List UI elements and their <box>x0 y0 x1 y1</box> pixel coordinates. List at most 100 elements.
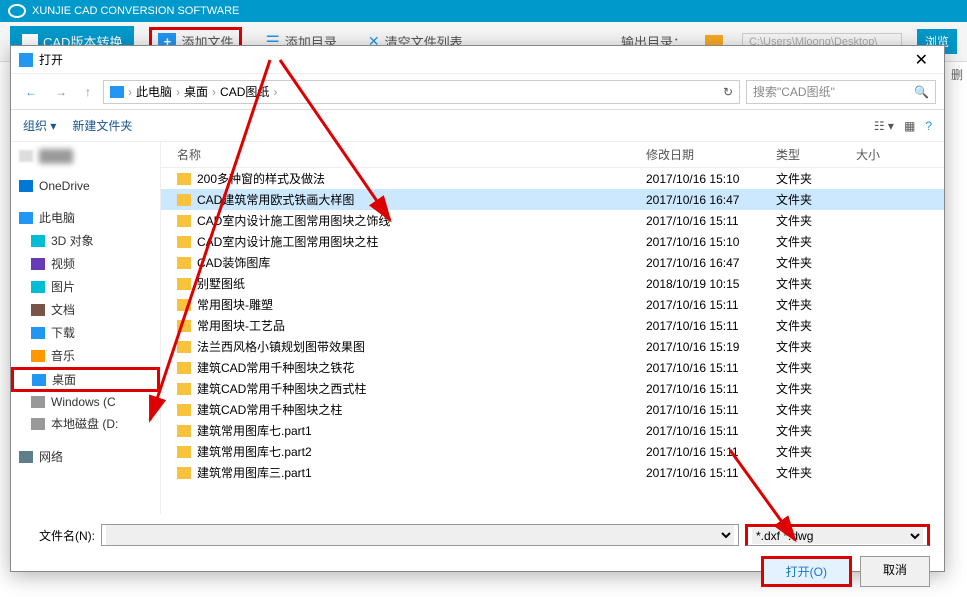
folder-icon <box>177 362 191 374</box>
search-placeholder: 搜索"CAD图纸" <box>753 83 835 100</box>
folder-icon <box>177 425 191 437</box>
pictures-icon <box>31 281 45 293</box>
sidebar-item-desktop[interactable]: 桌面 <box>11 367 160 392</box>
pc-icon <box>110 86 124 98</box>
folder-icon <box>177 236 191 248</box>
disk-icon <box>31 418 45 430</box>
list-row[interactable]: CAD室内设计施工图常用图块之柱2017/10/16 15:10文件夹 <box>161 231 944 252</box>
close-button[interactable]: ✕ <box>907 50 936 70</box>
folder-icon <box>177 257 191 269</box>
sidebar-item-blur[interactable]: ████ <box>11 146 160 166</box>
file-list: 名称 修改日期 类型 大小 200多种窗的样式及做法2017/10/16 15:… <box>161 142 944 514</box>
app-title: XUNJIE CAD CONVERSION SOFTWARE <box>32 5 239 17</box>
bc-desktop[interactable]: 桌面 <box>184 83 208 100</box>
folder-icon <box>177 341 191 353</box>
sidebar-item-windows-c[interactable]: Windows (C <box>11 392 160 412</box>
nav-forward-button[interactable]: → <box>49 81 73 103</box>
folder-icon <box>177 383 191 395</box>
folder-icon <box>177 173 191 185</box>
list-row[interactable]: 法兰西风格小镇规划图带效果图2017/10/16 15:19文件夹 <box>161 336 944 357</box>
dialog-body: ████ OneDrive 此电脑 3D 对象 视频 图片 文档 下载 音乐 桌… <box>11 142 944 514</box>
music-icon <box>31 350 45 362</box>
cancel-button[interactable]: 取消 <box>860 556 930 587</box>
app-titlebar: XUNJIE CAD CONVERSION SOFTWARE <box>0 0 967 22</box>
folder-icon <box>177 278 191 290</box>
list-row[interactable]: 建筑常用图库七.part22017/10/16 15:11文件夹 <box>161 441 944 462</box>
dialog-title: 打开 <box>39 51 63 68</box>
filetype-select[interactable]: *.dxf *.dwg <box>745 524 930 546</box>
sidebar-item-network[interactable]: 网络 <box>11 445 160 468</box>
sidebar-item-documents[interactable]: 文档 <box>11 298 160 321</box>
sidebar-item-3d[interactable]: 3D 对象 <box>11 229 160 252</box>
delete-button[interactable]: 删 <box>947 62 967 87</box>
sidebar-item-music[interactable]: 音乐 <box>11 344 160 367</box>
col-type-header[interactable]: 类型 <box>776 146 856 163</box>
button-row: 打开(O) 取消 <box>25 556 930 587</box>
list-rows: 200多种窗的样式及做法2017/10/16 15:10文件夹CAD建筑常用欧式… <box>161 168 944 510</box>
list-row[interactable]: 别墅图纸2018/10/19 10:15文件夹 <box>161 273 944 294</box>
file-open-dialog: 打开 ✕ ← → ↑ › 此电脑 › 桌面 › CAD图纸 › ↻ 搜索"CAD… <box>10 45 945 572</box>
open-button[interactable]: 打开(O) <box>761 556 852 587</box>
list-row[interactable]: 建筑常用图库七.part12017/10/16 15:11文件夹 <box>161 420 944 441</box>
folder-icon <box>177 404 191 416</box>
help-button[interactable]: ? <box>925 119 932 133</box>
dialog-footer: 文件名(N): *.dxf *.dwg 打开(O) 取消 <box>11 514 944 597</box>
bc-folder[interactable]: CAD图纸 <box>220 83 269 100</box>
folder-icon <box>177 215 191 227</box>
folder-icon <box>177 467 191 479</box>
preview-pane-button[interactable]: ▦ <box>904 119 915 133</box>
dialog-nav: ← → ↑ › 此电脑 › 桌面 › CAD图纸 › ↻ 搜索"CAD图纸" 🔍 <box>11 74 944 110</box>
search-icon: 🔍 <box>914 85 929 99</box>
refresh-icon[interactable]: ↻ <box>723 85 733 99</box>
filename-input[interactable] <box>101 524 739 546</box>
filename-label: 文件名(N): <box>25 527 95 544</box>
filename-row: 文件名(N): *.dxf *.dwg <box>25 524 930 546</box>
video-icon <box>31 258 45 270</box>
thispc-icon <box>19 212 33 224</box>
documents-icon <box>31 304 45 316</box>
nav-up-button[interactable]: ↑ <box>79 81 97 103</box>
sidebar-item-video[interactable]: 视频 <box>11 252 160 275</box>
downloads-icon <box>31 327 45 339</box>
3d-icon <box>31 235 45 247</box>
app-logo-icon <box>8 4 26 18</box>
col-name-header[interactable]: 名称 <box>169 146 646 163</box>
sidebar-item-pictures[interactable]: 图片 <box>11 275 160 298</box>
list-row[interactable]: CAD建筑常用欧式铁画大样图2017/10/16 16:47文件夹 <box>161 189 944 210</box>
new-folder-button[interactable]: 新建文件夹 <box>72 117 132 134</box>
folder-icon <box>177 320 191 332</box>
network-icon <box>19 451 33 463</box>
folder-icon <box>177 194 191 206</box>
list-row[interactable]: 建筑常用图库三.part12017/10/16 15:11文件夹 <box>161 462 944 483</box>
list-row[interactable]: CAD室内设计施工图常用图块之饰线2017/10/16 15:11文件夹 <box>161 210 944 231</box>
dialog-titlebar: 打开 ✕ <box>11 46 944 74</box>
disk-icon <box>31 396 45 408</box>
dialog-title-icon <box>19 53 33 67</box>
breadcrumb[interactable]: › 此电脑 › 桌面 › CAD图纸 › ↻ <box>103 80 740 104</box>
list-row[interactable]: 建筑CAD常用千种图块之铁花2017/10/16 15:11文件夹 <box>161 357 944 378</box>
folder-icon <box>177 446 191 458</box>
desktop-icon <box>32 374 46 386</box>
sidebar-item-downloads[interactable]: 下载 <box>11 321 160 344</box>
list-row[interactable]: CAD装饰图库2017/10/16 16:47文件夹 <box>161 252 944 273</box>
folder-icon <box>177 299 191 311</box>
list-row[interactable]: 常用图块-雕塑2017/10/16 15:11文件夹 <box>161 294 944 315</box>
search-input[interactable]: 搜索"CAD图纸" 🔍 <box>746 80 936 104</box>
sidebar-item-onedrive[interactable]: OneDrive <box>11 176 160 196</box>
onedrive-icon <box>19 180 33 192</box>
col-size-header[interactable]: 大小 <box>856 146 936 163</box>
bc-thispc[interactable]: 此电脑 <box>136 83 172 100</box>
organize-button[interactable]: 组织 ▾ <box>23 117 56 134</box>
sidebar: ████ OneDrive 此电脑 3D 对象 视频 图片 文档 下载 音乐 桌… <box>11 142 161 514</box>
col-date-header[interactable]: 修改日期 <box>646 146 776 163</box>
nav-back-button[interactable]: ← <box>19 81 43 103</box>
list-row[interactable]: 建筑CAD常用千种图块之柱2017/10/16 15:11文件夹 <box>161 399 944 420</box>
list-row[interactable]: 建筑CAD常用千种图块之西式柱2017/10/16 15:11文件夹 <box>161 378 944 399</box>
view-mode-button[interactable]: ☷ ▾ <box>874 119 894 133</box>
sidebar-item-localdisk-d[interactable]: 本地磁盘 (D: <box>11 412 160 435</box>
dialog-toolbar: 组织 ▾ 新建文件夹 ☷ ▾ ▦ ? <box>11 110 944 142</box>
list-row[interactable]: 200多种窗的样式及做法2017/10/16 15:10文件夹 <box>161 168 944 189</box>
list-row[interactable]: 常用图块-工艺品2017/10/16 15:11文件夹 <box>161 315 944 336</box>
sidebar-item-thispc[interactable]: 此电脑 <box>11 206 160 229</box>
list-header: 名称 修改日期 类型 大小 <box>161 142 944 168</box>
